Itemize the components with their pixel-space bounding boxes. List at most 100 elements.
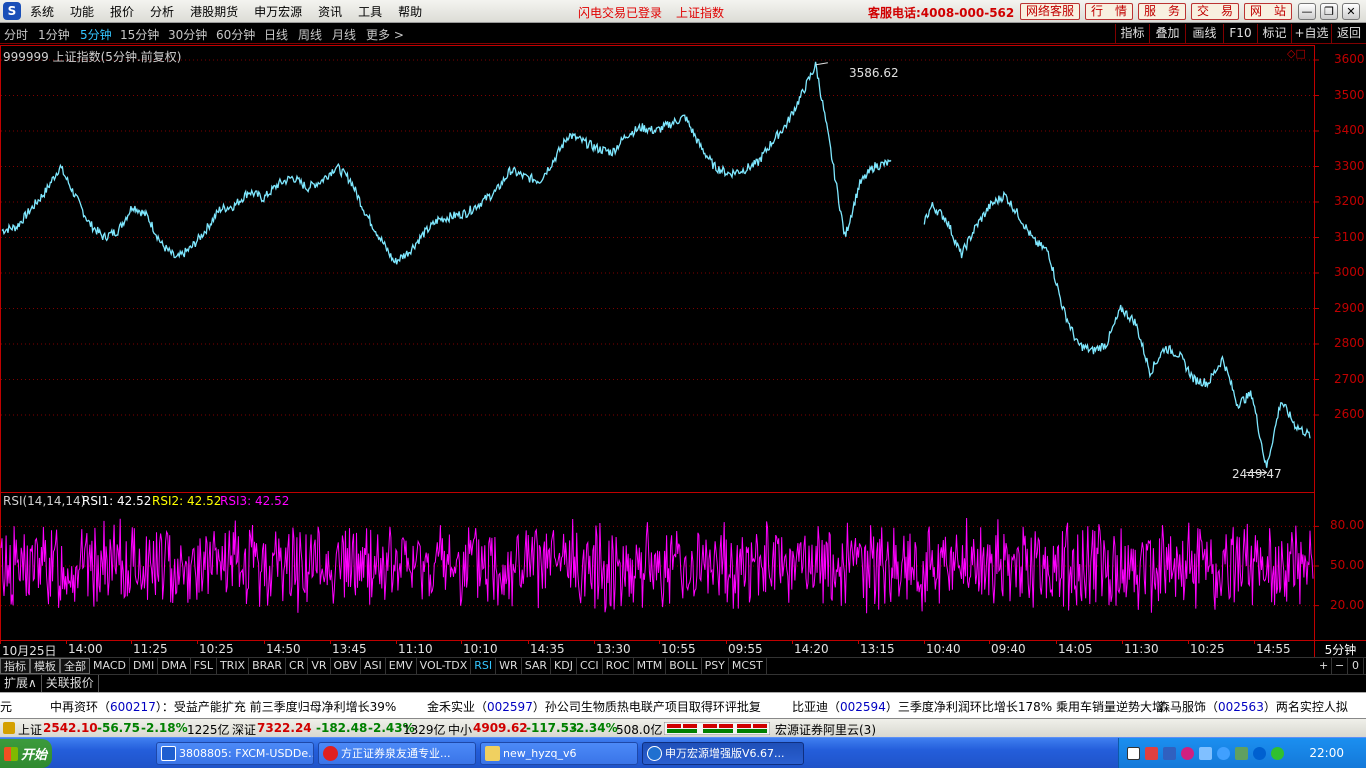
task-swhy[interactable]: 申万宏源增强版V6.67... xyxy=(642,742,804,765)
indicator-tab-emv[interactable]: EMV xyxy=(386,658,417,674)
indicator-tab-wr[interactable]: WR xyxy=(496,658,522,674)
price-tick-label: 2900 xyxy=(1334,300,1365,315)
bluetooth-icon[interactable] xyxy=(1253,747,1266,760)
menu-function[interactable]: 功能 xyxy=(70,3,94,20)
date-tick-mark xyxy=(66,641,67,644)
indicator-tab-obv[interactable]: OBV xyxy=(331,658,361,674)
trade-button[interactable]: 交 易 xyxy=(1191,3,1239,20)
network-icon[interactable] xyxy=(1163,747,1176,760)
menu-analysis[interactable]: 分析 xyxy=(150,3,174,20)
indicator-tab-roc[interactable]: ROC xyxy=(603,658,634,674)
indicator-tab-all[interactable]: 全部 xyxy=(60,658,90,674)
period-15min[interactable]: 15分钟 xyxy=(120,26,159,43)
market-button[interactable]: 行 情 xyxy=(1085,3,1133,20)
period-60min[interactable]: 60分钟 xyxy=(216,26,255,43)
indicator-tab-rsi[interactable]: RSI xyxy=(471,658,497,674)
indicator-tab-dmi[interactable]: DMI xyxy=(130,658,159,674)
online-service-button[interactable]: 网络客服 xyxy=(1020,3,1080,20)
indicator-tab-trix[interactable]: TRIX xyxy=(217,658,250,674)
tray-app2-icon[interactable] xyxy=(1181,747,1194,760)
close-icon[interactable]: ✕ xyxy=(1342,3,1360,20)
indicator-tab-voltdx[interactable]: VOL-TDX xyxy=(417,658,472,674)
price-panel-frame xyxy=(0,45,1315,493)
indicator-tab-sar[interactable]: SAR xyxy=(522,658,552,674)
start-button[interactable]: 开始 xyxy=(0,739,52,768)
tool-back[interactable]: 返回 xyxy=(1331,24,1366,43)
period-5min[interactable]: 5分钟 xyxy=(80,26,112,43)
task-founder[interactable]: 方正证券泉友通专业... xyxy=(318,742,476,765)
rsi3-value: RSI3: 42.52 xyxy=(220,494,290,508)
period-weekly[interactable]: 周线 xyxy=(298,26,322,43)
menu-swhy[interactable]: 申万宏源 xyxy=(254,3,302,20)
ticker-item[interactable]: 金禾实业（002597）孙公司生物质热电联产项目取得环评批复 xyxy=(427,698,761,715)
ticker-item[interactable]: 中再资环（600217）：受益产能扩充 前三季度归母净利增长39% xyxy=(50,698,396,715)
panel-add-button[interactable]: + xyxy=(1316,658,1332,674)
chart-area[interactable]: 999999 上证指数(5分钟.前复权) ◇□ 3586.62 2449.47 … xyxy=(0,45,1366,642)
expand-tab[interactable]: 扩展∧ xyxy=(0,675,42,692)
period-indicator[interactable]: 5分钟 xyxy=(1314,641,1366,658)
indicator-tab-mcst[interactable]: MCST xyxy=(729,658,767,674)
tool-mark[interactable]: 标记 xyxy=(1257,24,1291,43)
indicator-tab-cr[interactable]: CR xyxy=(286,658,309,674)
ticker-item[interactable]: 元 xyxy=(0,698,12,715)
menu-system[interactable]: 系统 xyxy=(30,3,54,20)
indicator-tab-vr[interactable]: VR xyxy=(308,658,331,674)
menu-info[interactable]: 资讯 xyxy=(318,3,342,20)
sh-price: 2542.10 xyxy=(43,721,98,735)
tray-app5-icon[interactable] xyxy=(1235,747,1248,760)
tray-app-icon[interactable] xyxy=(1145,747,1158,760)
menu-quote[interactable]: 报价 xyxy=(110,3,134,20)
menu-help[interactable]: 帮助 xyxy=(398,3,422,20)
indicator-tab-mtm[interactable]: MTM xyxy=(634,658,667,674)
menu-tools[interactable]: 工具 xyxy=(358,3,382,20)
period-more[interactable]: 更多 > xyxy=(366,26,404,43)
period-daily[interactable]: 日线 xyxy=(264,26,288,43)
period-fenshi[interactable]: 分时 xyxy=(4,26,28,43)
tray-app6-icon[interactable] xyxy=(1271,747,1284,760)
task-folder[interactable]: new_hyzq_v6 xyxy=(480,742,638,765)
price-tick-label: 3400 xyxy=(1334,123,1365,137)
indicator-tab-macd[interactable]: MACD xyxy=(90,658,130,674)
panel-reset-button[interactable]: 0 xyxy=(1348,658,1364,674)
tool-drawline[interactable]: 画线 xyxy=(1185,24,1223,43)
related-quote-tab[interactable]: 关联报价 xyxy=(42,675,99,692)
indicator-tab-brar[interactable]: BRAR xyxy=(249,658,287,674)
service-button[interactable]: 服 务 xyxy=(1138,3,1186,20)
task-fxcm[interactable]: 3808805: FXCM-USDDe... xyxy=(156,742,314,765)
date-tick-label: 09:40 xyxy=(991,642,1026,656)
period-monthly[interactable]: 月线 xyxy=(332,26,356,43)
price-chart-svg[interactable] xyxy=(0,45,1366,642)
indicator-tab-template[interactable]: 模板 xyxy=(30,658,60,674)
website-button[interactable]: 网 站 xyxy=(1244,3,1292,20)
tool-overlay[interactable]: 叠加 xyxy=(1149,24,1185,43)
news-ticker[interactable]: 元 中再资环（600217）：受益产能扩充 前三季度归母净利增长39% 金禾实业（0… xyxy=(0,692,1366,718)
period-1min[interactable]: 1分钟 xyxy=(38,26,70,43)
status-logo-icon xyxy=(3,722,15,734)
sub-tabs: 扩展∧ 关联报价 xyxy=(0,674,1366,692)
tray-app4-icon[interactable] xyxy=(1217,747,1230,760)
date-tick-mark xyxy=(197,641,198,644)
indicator-tab-fsl[interactable]: FSL xyxy=(191,658,217,674)
panel-remove-button[interactable]: − xyxy=(1332,658,1348,674)
tool-indicator[interactable]: 指标 xyxy=(1115,24,1149,43)
indicator-tab-boll[interactable]: BOLL xyxy=(666,658,702,674)
period-30min[interactable]: 30分钟 xyxy=(168,26,207,43)
restore-icon[interactable]: ❐ xyxy=(1320,3,1338,20)
tool-add-favorite[interactable]: +自选 xyxy=(1291,24,1331,43)
indicator-tabs: 指标 模板 全部 MACD DMI DMA FSL TRIX BRAR CR VR OBV ASI EMV… xyxy=(0,657,1366,674)
ticker-item[interactable]: 比亚迪（002594）三季度净利润环比增长178% 乘用车销量逆势大增 xyxy=(792,698,1164,715)
indicator-tab-cci[interactable]: CCI xyxy=(577,658,603,674)
indicator-tab-kdj[interactable]: KDJ xyxy=(551,658,577,674)
menu-hk-futures[interactable]: 港股期货 xyxy=(190,3,238,20)
indicator-tab-dma[interactable]: DMA xyxy=(158,658,191,674)
ime-icon[interactable] xyxy=(1127,747,1140,760)
tray-app3-icon[interactable] xyxy=(1199,747,1212,760)
chart-corner-icons[interactable]: ◇□ xyxy=(1287,47,1306,60)
ticker-item[interactable]: 森马服饰（002563）两名实控人拟 xyxy=(1158,698,1348,715)
indicator-tab-psy[interactable]: PSY xyxy=(702,658,729,674)
date-tick-mark xyxy=(594,641,595,644)
minimize-icon[interactable]: — xyxy=(1298,3,1316,20)
tool-f10[interactable]: F10 xyxy=(1223,24,1257,43)
indicator-tab-index[interactable]: 指标 xyxy=(0,658,30,674)
indicator-tab-asi[interactable]: ASI xyxy=(361,658,386,674)
